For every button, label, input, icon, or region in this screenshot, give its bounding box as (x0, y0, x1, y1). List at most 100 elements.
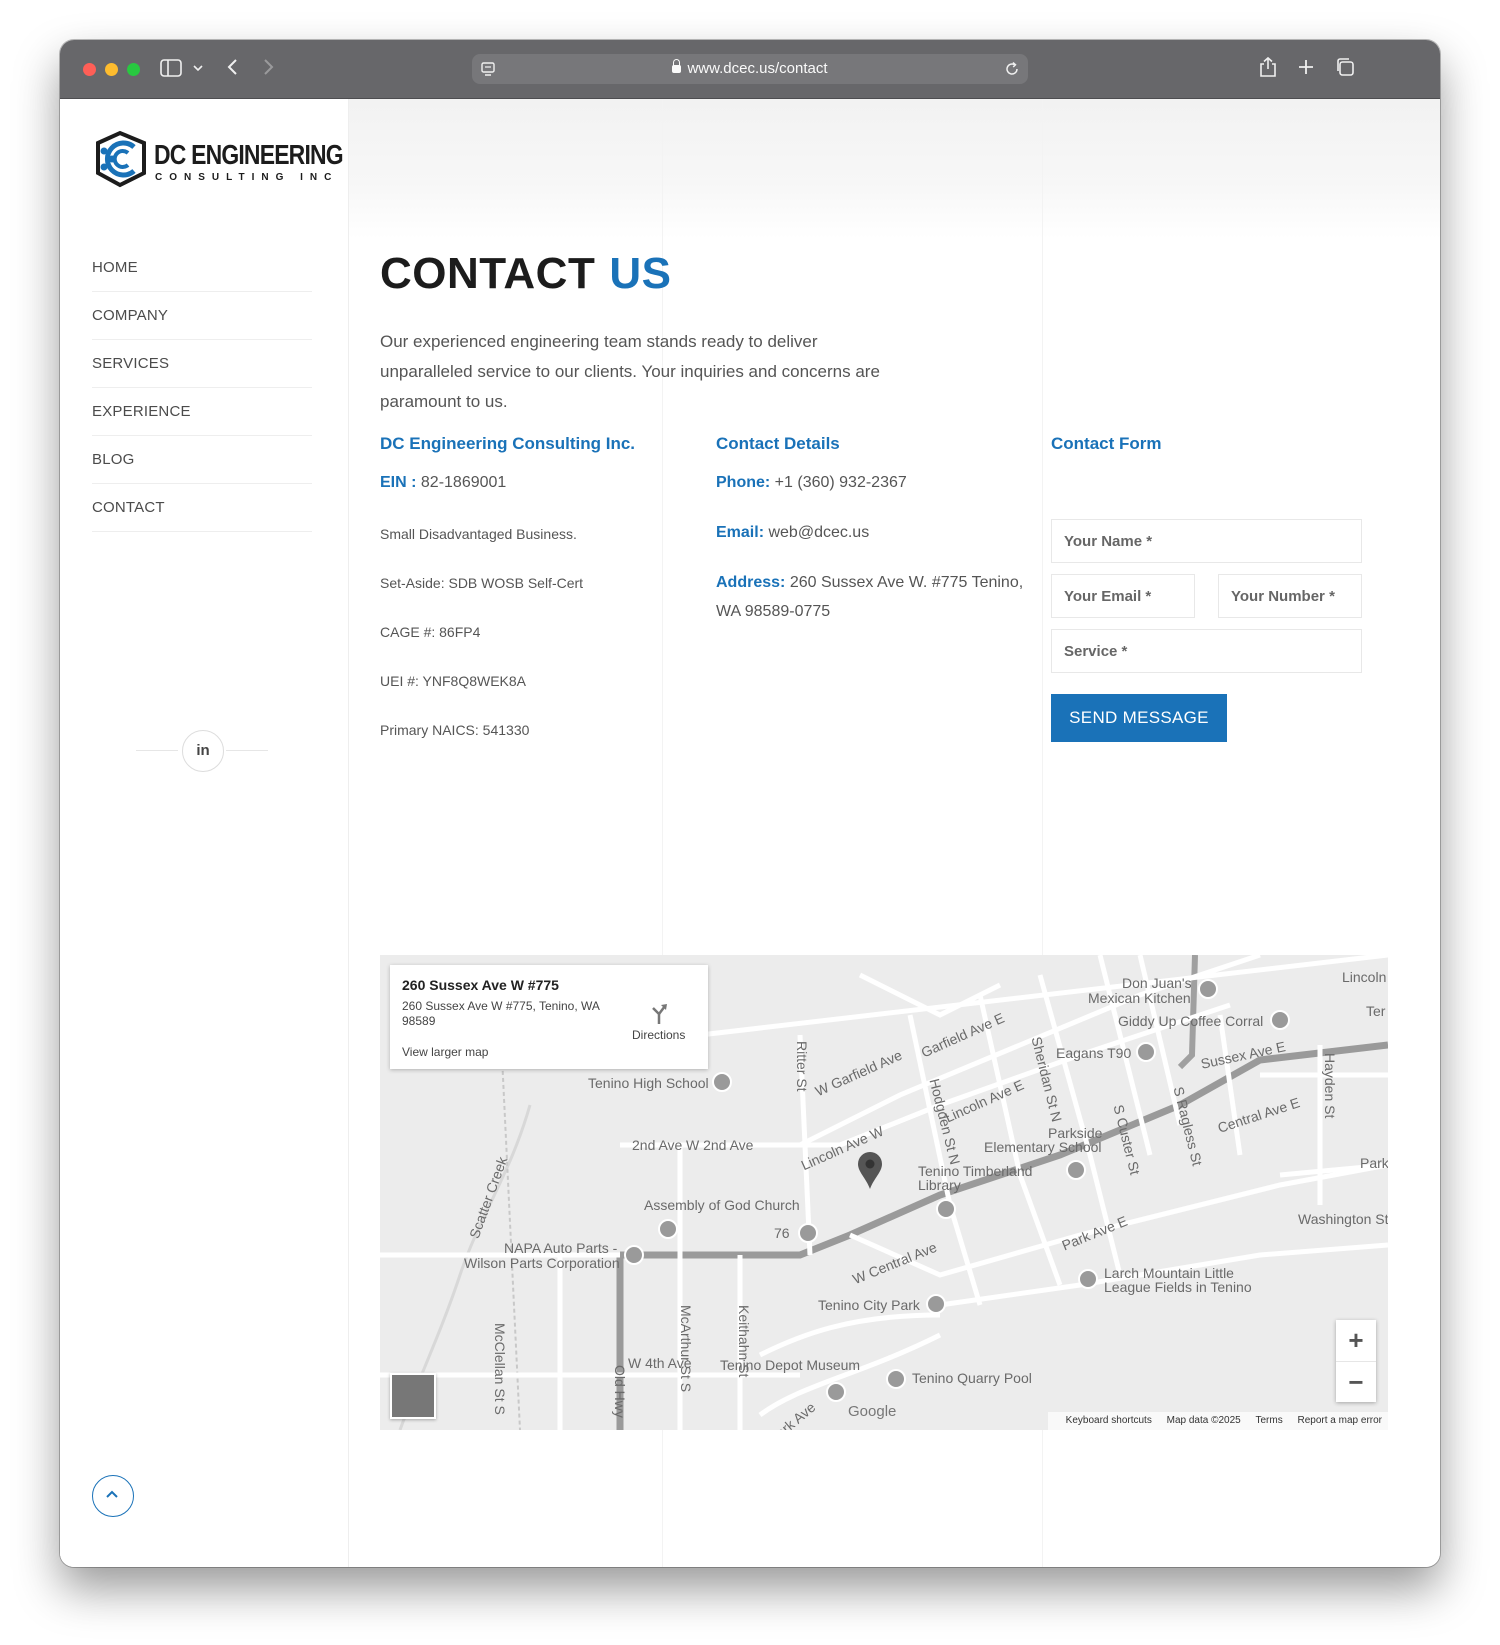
ein-row: EIN : 82-1869001 (380, 474, 506, 492)
map-label: 76 (774, 1225, 790, 1241)
service-field[interactable]: Service * (1051, 629, 1362, 673)
map-label: McArthur St S (678, 1305, 694, 1393)
map-label: Tenino City Park (818, 1297, 920, 1313)
map-label: Lincoln (1342, 969, 1387, 985)
zoom-controls: + − (1336, 1320, 1376, 1402)
new-tab-icon[interactable] (1297, 58, 1315, 80)
company-line: CAGE #: 86FP4 (380, 624, 481, 640)
close-window-button[interactable] (83, 63, 96, 76)
satellite-toggle[interactable] (390, 1373, 436, 1419)
cafe-poi-icon[interactable] (1270, 1010, 1290, 1030)
share-icon[interactable] (1258, 56, 1278, 82)
zoom-in-button[interactable]: + (1336, 1320, 1376, 1361)
map-attribution: Keyboard shortcuts Map data ©2025 Terms … (1047, 1412, 1388, 1430)
minimize-window-button[interactable] (105, 63, 118, 76)
map-card-title: 260 Sussex Ave W #775 (402, 977, 559, 993)
map-label: NAPA Auto Parts - (504, 1240, 618, 1256)
directions-icon (651, 1004, 667, 1024)
url-value: www.dcec.us/contact (687, 60, 828, 77)
map-marker-icon[interactable] (856, 1150, 884, 1190)
google-logo: Google (848, 1403, 897, 1420)
map-label: Library (918, 1177, 961, 1193)
chevron-up-icon (106, 1490, 118, 1498)
company-line: Primary NAICS: 541330 (380, 722, 530, 738)
report-error-link[interactable]: Report a map error (1298, 1415, 1382, 1426)
restaurant-poi-icon[interactable] (1136, 1042, 1156, 1062)
logo-mark-icon (96, 130, 146, 188)
address-line2: WA 98589-0775 (716, 603, 831, 620)
chevron-down-icon[interactable] (193, 59, 203, 83)
map-label: Tenino Depot Museum (720, 1357, 861, 1373)
nav-item-services[interactable]: SERVICES (92, 340, 312, 388)
site-logo[interactable]: DC ENGINEERING CONSULTING INC (90, 129, 344, 199)
directions-label: Directions (632, 1028, 686, 1042)
company-line: UEI #: YNF8Q8WEK8A (380, 673, 527, 689)
nav-item-experience[interactable]: EXPERIENCE (92, 388, 312, 436)
school-poi-icon[interactable] (1066, 1160, 1086, 1180)
contact-details-heading: Contact Details (716, 434, 840, 453)
sidebar: DC ENGINEERING CONSULTING INC HOME COMPA… (60, 99, 349, 1567)
map-label: Don Juan's (1122, 975, 1192, 991)
name-field[interactable]: Your Name * (1051, 519, 1362, 563)
divider (226, 750, 268, 751)
company-line: Set-Aside: SDB WOSB Self-Cert (380, 575, 584, 591)
library-poi-icon[interactable] (936, 1199, 956, 1219)
map-label: Wilson Parts Corporation (464, 1255, 620, 1271)
restaurant-poi-icon[interactable] (1198, 979, 1218, 999)
nav-item-home[interactable]: HOME (92, 244, 312, 292)
company-heading: DC Engineering Consulting Inc. (380, 434, 635, 453)
terms-link[interactable]: Terms (1256, 1415, 1283, 1426)
address-bar[interactable]: www.dcec.us/contact (472, 54, 1028, 84)
send-message-button[interactable]: SEND MESSAGE (1051, 694, 1227, 742)
museum-poi-icon[interactable] (826, 1382, 846, 1402)
logo-subtext: CONSULTING INC (155, 172, 339, 183)
linkedin-icon[interactable]: in (182, 730, 224, 772)
zoom-window-button[interactable] (127, 63, 140, 76)
school-poi-icon[interactable] (712, 1072, 732, 1092)
phone-number-field[interactable]: Your Number * (1218, 574, 1362, 618)
email-row: Email: web@dcec.us (716, 524, 869, 542)
park-poi-icon[interactable] (1078, 1269, 1098, 1289)
map-label: Hayden St (1322, 1053, 1338, 1119)
pool-poi-icon[interactable] (886, 1369, 906, 1389)
browser-toolbar: www.dcec.us/contact (60, 40, 1440, 99)
shop-poi-icon[interactable] (624, 1245, 644, 1265)
keyboard-shortcuts-link[interactable]: Keyboard shortcuts (1066, 1415, 1152, 1426)
nav-item-company[interactable]: COMPANY (92, 292, 312, 340)
phone-label: Phone: (716, 474, 771, 491)
tab-overview-icon[interactable] (1335, 57, 1355, 81)
forward-icon[interactable] (262, 57, 274, 81)
main-nav: HOME COMPANY SERVICES EXPERIENCE BLOG CO… (92, 244, 312, 532)
contact-details-column: Contact Details Phone: +1 (360) 932-2367… (716, 434, 1036, 620)
embedded-map[interactable]: 260 Sussex Ave W #775 260 Sussex Ave W #… (380, 955, 1388, 1430)
map-info-card: 260 Sussex Ave W #775 260 Sussex Ave W #… (390, 965, 708, 1069)
gas-station-poi-icon[interactable] (798, 1223, 818, 1243)
email-field[interactable]: Your Email * (1051, 574, 1195, 618)
url-text: www.dcec.us/contact (472, 54, 1028, 84)
scroll-to-top-button[interactable] (92, 1475, 134, 1517)
nav-item-contact[interactable]: CONTACT (92, 484, 312, 532)
phone-value[interactable]: +1 (360) 932-2367 (775, 474, 907, 491)
address-label: Address: (716, 574, 786, 591)
map-label: Assembly of God Church (644, 1197, 800, 1213)
page-title: CONTACT US (380, 249, 671, 299)
map-label: Mexican Kitchen (1088, 990, 1191, 1006)
lock-icon (672, 59, 682, 73)
back-icon[interactable] (227, 57, 239, 81)
page-title-part1: CONTACT (380, 249, 596, 298)
contact-form-column: Contact Form (1051, 434, 1391, 454)
directions-button[interactable]: Directions (632, 1003, 685, 1042)
email-value[interactable]: web@dcec.us (768, 524, 869, 541)
nav-item-blog[interactable]: BLOG (92, 436, 312, 484)
view-larger-map-link[interactable]: View larger map (402, 1045, 488, 1059)
reload-icon[interactable] (1004, 61, 1020, 82)
church-poi-icon[interactable] (658, 1219, 678, 1239)
sidebar-toggle-icon[interactable] (160, 59, 182, 81)
map-card-address: 260 Sussex Ave W #775, Tenino, WA 98589 (402, 999, 600, 1028)
logo-text: DC ENGINEERING (154, 139, 344, 170)
zoom-out-button[interactable]: − (1336, 1361, 1376, 1403)
map-label: W 4th Ave (628, 1355, 692, 1371)
map-label: League Fields in Tenino (1104, 1279, 1252, 1295)
park-poi-icon[interactable] (926, 1294, 946, 1314)
address-value: 260 Sussex Ave W. #775 Tenino, (789, 574, 1024, 591)
